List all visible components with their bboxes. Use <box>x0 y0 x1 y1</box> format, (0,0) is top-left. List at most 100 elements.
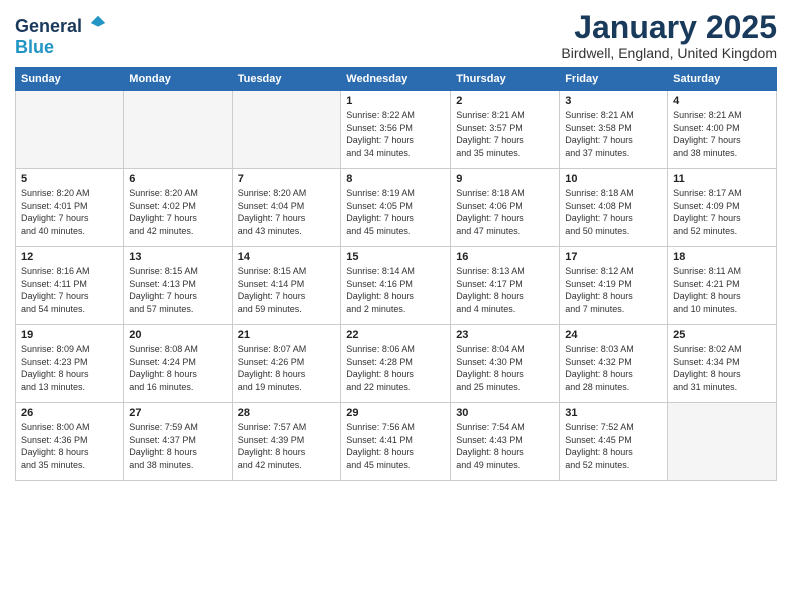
calendar-cell: 31 Sunrise: 7:52 AM Sunset: 4:45 PM Dayli… <box>560 403 668 481</box>
day-info: Sunrise: 8:15 AM Sunset: 4:14 PM Dayligh… <box>238 265 336 315</box>
calendar-week-5: 26Sunrise: 8:00 AM Sunset: 4:36 PM Dayli… <box>16 403 777 481</box>
day-info: Sunrise: 8:22 AM Sunset: 3:56 PM Dayligh… <box>346 109 445 159</box>
day-number: 28 <box>238 407 336 419</box>
day-info: Sunrise: 8:20 AM Sunset: 4:02 PM Dayligh… <box>129 187 226 237</box>
calendar-cell: 7 Sunrise: 8:20 AM Sunset: 4:04 PM Daylig… <box>232 169 341 247</box>
calendar-header-row: SundayMondayTuesdayWednesdayThursdayFrid… <box>16 68 777 91</box>
day-info: Sunrise: 8:02 AM Sunset: 4:34 PM Dayligh… <box>673 343 771 393</box>
calendar-table: SundayMondayTuesdayWednesdayThursdayFrid… <box>15 67 777 481</box>
day-header-tuesday: Tuesday <box>232 68 341 91</box>
day-number: 16 <box>456 251 554 263</box>
day-info: Sunrise: 8:21 AM Sunset: 3:57 PM Dayligh… <box>456 109 554 159</box>
day-info: Sunrise: 8:03 AM Sunset: 4:32 PM Dayligh… <box>565 343 662 393</box>
calendar-week-1: 1 Sunrise: 8:22 AM Sunset: 3:56 PM Daylig… <box>16 91 777 169</box>
day-number: 2 <box>456 95 554 107</box>
calendar-week-4: 19 Sunrise: 8:09 AM Sunset: 4:23 PM Dayli… <box>16 325 777 403</box>
day-info: Sunrise: 8:04 AM Sunset: 4:30 PM Dayligh… <box>456 343 554 393</box>
calendar-cell: 16 Sunrise: 8:13 AM Sunset: 4:17 PM Dayli… <box>451 247 560 325</box>
day-info: Sunrise: 8:19 AM Sunset: 4:05 PM Dayligh… <box>346 187 445 237</box>
day-info: Sunrise: 8:06 AM Sunset: 4:28 PM Dayligh… <box>346 343 445 393</box>
day-header-monday: Monday <box>124 68 232 91</box>
day-info: Sunrise: 8:09 AM Sunset: 4:23 PM Dayligh… <box>21 343 118 393</box>
day-info: Sunrise: 8:17 AM Sunset: 4:09 PM Dayligh… <box>673 187 771 237</box>
day-number: 22 <box>346 329 445 341</box>
calendar-cell: 26Sunrise: 8:00 AM Sunset: 4:36 PM Dayli… <box>16 403 124 481</box>
calendar-cell: 1 Sunrise: 8:22 AM Sunset: 3:56 PM Daylig… <box>341 91 451 169</box>
header: General Blue January 2025 Birdwell, Engl… <box>15 10 777 61</box>
calendar-cell: 22 Sunrise: 8:06 AM Sunset: 4:28 PM Dayli… <box>341 325 451 403</box>
day-info: Sunrise: 8:14 AM Sunset: 4:16 PM Dayligh… <box>346 265 445 315</box>
day-number: 20 <box>129 329 226 341</box>
calendar-cell: 8Sunrise: 8:19 AM Sunset: 4:05 PM Daylig… <box>341 169 451 247</box>
calendar-cell: 12 Sunrise: 8:16 AM Sunset: 4:11 PM Dayli… <box>16 247 124 325</box>
day-info: Sunrise: 8:20 AM Sunset: 4:01 PM Dayligh… <box>21 187 118 237</box>
day-info: Sunrise: 8:21 AM Sunset: 4:00 PM Dayligh… <box>673 109 771 159</box>
logo-text: General <box>15 14 107 37</box>
day-info: Sunrise: 8:21 AM Sunset: 3:58 PM Dayligh… <box>565 109 662 159</box>
day-info: Sunrise: 7:54 AM Sunset: 4:43 PM Dayligh… <box>456 421 554 471</box>
calendar-cell: 19 Sunrise: 8:09 AM Sunset: 4:23 PM Dayli… <box>16 325 124 403</box>
day-number: 25 <box>673 329 771 341</box>
logo: General Blue <box>15 14 107 58</box>
calendar-cell: 6 Sunrise: 8:20 AM Sunset: 4:02 PM Daylig… <box>124 169 232 247</box>
calendar-week-3: 12 Sunrise: 8:16 AM Sunset: 4:11 PM Dayli… <box>16 247 777 325</box>
calendar-cell <box>232 91 341 169</box>
calendar-cell: 2 Sunrise: 8:21 AM Sunset: 3:57 PM Daylig… <box>451 91 560 169</box>
calendar-cell: 3 Sunrise: 8:21 AM Sunset: 3:58 PM Daylig… <box>560 91 668 169</box>
calendar-cell: 23Sunrise: 8:04 AM Sunset: 4:30 PM Dayli… <box>451 325 560 403</box>
day-info: Sunrise: 8:00 AM Sunset: 4:36 PM Dayligh… <box>21 421 118 471</box>
calendar-cell: 18Sunrise: 8:11 AM Sunset: 4:21 PM Dayli… <box>668 247 777 325</box>
calendar-cell: 29Sunrise: 7:56 AM Sunset: 4:41 PM Dayli… <box>341 403 451 481</box>
day-number: 19 <box>21 329 118 341</box>
day-number: 11 <box>673 173 771 185</box>
day-number: 1 <box>346 95 445 107</box>
calendar-cell: 27Sunrise: 7:59 AM Sunset: 4:37 PM Dayli… <box>124 403 232 481</box>
location: Birdwell, England, United Kingdom <box>561 45 777 61</box>
day-info: Sunrise: 8:12 AM Sunset: 4:19 PM Dayligh… <box>565 265 662 315</box>
calendar-cell: 28 Sunrise: 7:57 AM Sunset: 4:39 PM Dayli… <box>232 403 341 481</box>
calendar-cell: 9 Sunrise: 8:18 AM Sunset: 4:06 PM Daylig… <box>451 169 560 247</box>
page-container: General Blue January 2025 Birdwell, Engl… <box>0 0 792 486</box>
calendar-cell: 24 Sunrise: 8:03 AM Sunset: 4:32 PM Dayli… <box>560 325 668 403</box>
day-number: 24 <box>565 329 662 341</box>
day-header-wednesday: Wednesday <box>341 68 451 91</box>
day-info: Sunrise: 8:15 AM Sunset: 4:13 PM Dayligh… <box>129 265 226 315</box>
day-number: 29 <box>346 407 445 419</box>
calendar-cell: 25 Sunrise: 8:02 AM Sunset: 4:34 PM Dayli… <box>668 325 777 403</box>
calendar-cell: 30Sunrise: 7:54 AM Sunset: 4:43 PM Dayli… <box>451 403 560 481</box>
day-number: 31 <box>565 407 662 419</box>
day-info: Sunrise: 7:52 AM Sunset: 4:45 PM Dayligh… <box>565 421 662 471</box>
calendar-cell: 11 Sunrise: 8:17 AM Sunset: 4:09 PM Dayli… <box>668 169 777 247</box>
calendar-cell: 15 Sunrise: 8:14 AM Sunset: 4:16 PM Dayli… <box>341 247 451 325</box>
day-info: Sunrise: 8:16 AM Sunset: 4:11 PM Dayligh… <box>21 265 118 315</box>
calendar-cell: 17Sunrise: 8:12 AM Sunset: 4:19 PM Dayli… <box>560 247 668 325</box>
day-number: 7 <box>238 173 336 185</box>
logo-blue: Blue <box>15 37 107 58</box>
calendar-cell: 14 Sunrise: 8:15 AM Sunset: 4:14 PM Dayli… <box>232 247 341 325</box>
day-header-saturday: Saturday <box>668 68 777 91</box>
day-number: 12 <box>21 251 118 263</box>
month-title: January 2025 <box>561 10 777 45</box>
calendar-cell: 10Sunrise: 8:18 AM Sunset: 4:08 PM Dayli… <box>560 169 668 247</box>
logo-icon <box>89 14 107 32</box>
calendar-cell <box>124 91 232 169</box>
day-number: 14 <box>238 251 336 263</box>
day-number: 6 <box>129 173 226 185</box>
day-number: 3 <box>565 95 662 107</box>
day-number: 10 <box>565 173 662 185</box>
day-info: Sunrise: 7:57 AM Sunset: 4:39 PM Dayligh… <box>238 421 336 471</box>
day-info: Sunrise: 7:59 AM Sunset: 4:37 PM Dayligh… <box>129 421 226 471</box>
day-info: Sunrise: 8:18 AM Sunset: 4:06 PM Dayligh… <box>456 187 554 237</box>
day-number: 9 <box>456 173 554 185</box>
day-info: Sunrise: 8:20 AM Sunset: 4:04 PM Dayligh… <box>238 187 336 237</box>
calendar-cell: 4 Sunrise: 8:21 AM Sunset: 4:00 PM Daylig… <box>668 91 777 169</box>
day-header-thursday: Thursday <box>451 68 560 91</box>
day-number: 15 <box>346 251 445 263</box>
calendar-cell: 20Sunrise: 8:08 AM Sunset: 4:24 PM Dayli… <box>124 325 232 403</box>
title-block: January 2025 Birdwell, England, United K… <box>561 10 777 61</box>
calendar-cell <box>16 91 124 169</box>
day-number: 4 <box>673 95 771 107</box>
calendar-week-2: 5Sunrise: 8:20 AM Sunset: 4:01 PM Daylig… <box>16 169 777 247</box>
day-info: Sunrise: 8:07 AM Sunset: 4:26 PM Dayligh… <box>238 343 336 393</box>
day-info: Sunrise: 8:13 AM Sunset: 4:17 PM Dayligh… <box>456 265 554 315</box>
